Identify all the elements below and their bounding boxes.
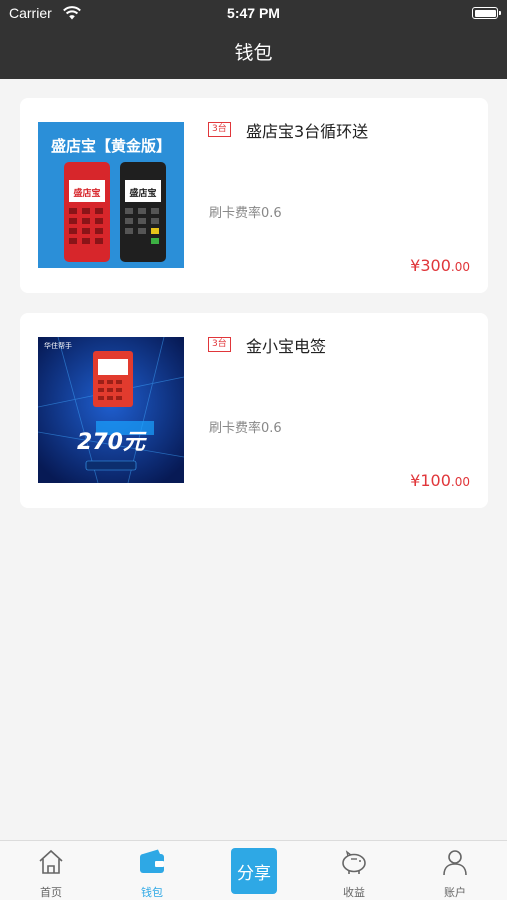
quantity-badge: 3台 [208, 122, 231, 137]
tab-wallet[interactable]: 钱包 [112, 841, 192, 900]
quantity-badge: 3台 [208, 337, 231, 352]
piggy-bank-icon [342, 850, 366, 874]
tab-earnings[interactable]: 收益 [314, 841, 394, 900]
product-image: 华住帮手 270元 [38, 337, 184, 483]
tab-label: 钱包 [141, 886, 163, 899]
top-bar: Carrier 5:47 PM 钱包 [0, 0, 507, 79]
tab-account[interactable]: 账户 [415, 841, 495, 900]
user-icon [443, 850, 467, 876]
product-title: 盛店宝3台循环送 [246, 122, 369, 141]
tab-home[interactable]: 首页 [11, 841, 91, 900]
product-image: 盛店宝【黄金版】 盛店宝 盛店宝 [38, 122, 184, 268]
product-card[interactable]: 华住帮手 270元 3台 金小宝电签 刷卡费率0.6 ¥100.00 [20, 313, 488, 508]
share-button[interactable]: 分享 [231, 848, 277, 894]
clock: 5:47 PM [227, 5, 280, 21]
home-icon [39, 849, 63, 874]
product-price: ¥300.00 [410, 256, 470, 275]
product-image-caption: 270元 [77, 430, 147, 455]
status-bar: Carrier 5:47 PM [0, 0, 507, 28]
svg-text:盛店宝: 盛店宝 [73, 187, 100, 199]
wallet-icon [140, 849, 164, 873]
tab-bar: 首页 钱包 分享 收益 账户 [0, 840, 507, 900]
tab-label: 账户 [444, 886, 466, 899]
tab-label: 收益 [343, 886, 365, 899]
product-image-caption: 盛店宝【黄金版】 [51, 137, 171, 155]
page-title: 钱包 [234, 42, 273, 64]
product-rate: 刷卡费率0.6 [209, 206, 282, 221]
product-image-top-text: 华住帮手 [44, 341, 72, 350]
battery-icon [472, 7, 501, 19]
product-price: ¥100.00 [410, 471, 470, 490]
product-card[interactable]: 盛店宝【黄金版】 盛店宝 盛店宝 3台 盛店宝3台循环送 刷卡费率0.6 ¥30… [20, 98, 488, 293]
product-rate: 刷卡费率0.6 [209, 421, 282, 436]
tab-label: 首页 [40, 886, 62, 899]
product-title: 金小宝电签 [246, 337, 327, 356]
svg-text:盛店宝: 盛店宝 [129, 187, 156, 199]
